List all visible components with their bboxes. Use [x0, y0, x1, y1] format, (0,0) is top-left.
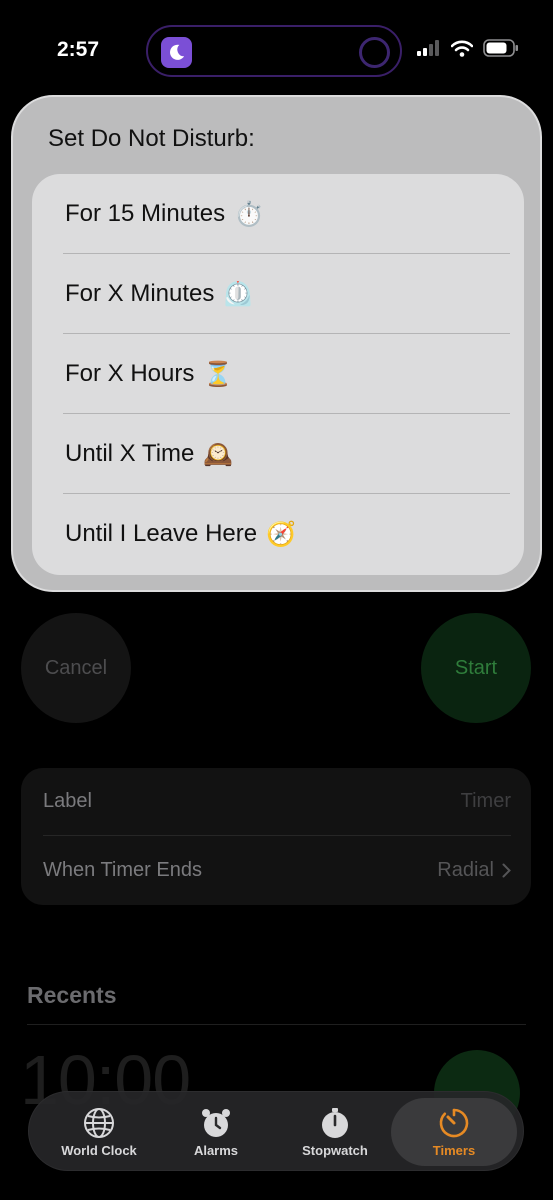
status-time: 2:57: [57, 38, 100, 61]
tab-timers[interactable]: Timers: [391, 1098, 517, 1166]
tab-stopwatch-label: Stopwatch: [302, 1142, 368, 1158]
tab-world-clock-label: World Clock: [61, 1142, 137, 1158]
mantelpiece-clock-emoji-icon: 🕰️: [203, 440, 234, 468]
do-not-disturb-popup: Set Do Not Disturb: For 15 Minutes ⏱️ Fo…: [11, 95, 542, 592]
cellular-signal-icon: [417, 40, 439, 56]
alarm-clock-icon: [202, 1108, 230, 1137]
timer-settings-group: Label Timer When Timer Ends Radial: [21, 768, 531, 905]
battery-icon: [483, 39, 518, 57]
tab-world-clock[interactable]: World Clock: [41, 1092, 157, 1172]
tab-alarms-label: Alarms: [193, 1142, 239, 1158]
menu-item-label: Until X Time: [65, 440, 195, 467]
tab-bar: World Clock Alarms Stopwatch Timers: [28, 1091, 524, 1171]
tab-stopwatch[interactable]: Stopwatch: [279, 1092, 391, 1172]
stopwatch-icon: [322, 1107, 348, 1138]
recents-divider: [27, 1024, 526, 1025]
when-timer-ends-title: When Timer Ends: [43, 858, 202, 881]
menu-item-label: Until I Leave Here: [65, 520, 258, 547]
menu-item-until-x-time[interactable]: Until X Time 🕰️: [32, 414, 524, 494]
label-row-value: Timer: [460, 790, 511, 812]
menu-item-label: For 15 Minutes: [65, 200, 226, 227]
menu-item-until-i-leave-here[interactable]: Until I Leave Here 🧭: [32, 494, 524, 574]
menu-item-x-minutes[interactable]: For X Minutes ⏲️: [32, 254, 524, 334]
compass-emoji-icon: 🧭: [266, 520, 296, 548]
chevron-right-icon: [502, 863, 511, 877]
globe-icon: [84, 1107, 114, 1138]
do-not-disturb-moon-icon: [161, 37, 192, 68]
do-not-disturb-menu: For 15 Minutes ⏱️ For X Minutes ⏲️ For X…: [32, 174, 524, 575]
label-row[interactable]: Label Timer: [43, 768, 511, 836]
menu-item-15-minutes[interactable]: For 15 Minutes ⏱️: [32, 174, 524, 254]
start-button[interactable]: Start: [421, 613, 531, 723]
dynamic-island[interactable]: [146, 25, 402, 77]
recents-heading: Recents: [27, 982, 117, 1008]
tab-timers-label: Timers: [432, 1142, 476, 1158]
status-indicators: [417, 39, 519, 57]
when-timer-ends-value: Radial: [437, 858, 494, 881]
focus-progress-ring-icon: [359, 37, 390, 68]
popup-title: Set Do Not Disturb:: [48, 125, 255, 152]
menu-item-label: For X Minutes: [65, 280, 215, 307]
when-timer-ends-row[interactable]: When Timer Ends Radial: [43, 836, 511, 904]
wifi-icon: [451, 40, 473, 57]
timer-icon: [439, 1108, 469, 1137]
cancel-button[interactable]: Cancel: [21, 613, 131, 723]
menu-item-label: For X Hours: [65, 360, 195, 387]
label-row-title: Label: [43, 790, 92, 812]
tab-alarms[interactable]: Alarms: [161, 1092, 271, 1172]
menu-item-x-hours[interactable]: For X Hours ⏳: [32, 334, 524, 414]
hourglass-emoji-icon: ⏳: [203, 360, 234, 388]
stopwatch-emoji-icon: ⏱️: [234, 200, 264, 228]
timer-clock-emoji-icon: ⏲️: [223, 280, 254, 308]
